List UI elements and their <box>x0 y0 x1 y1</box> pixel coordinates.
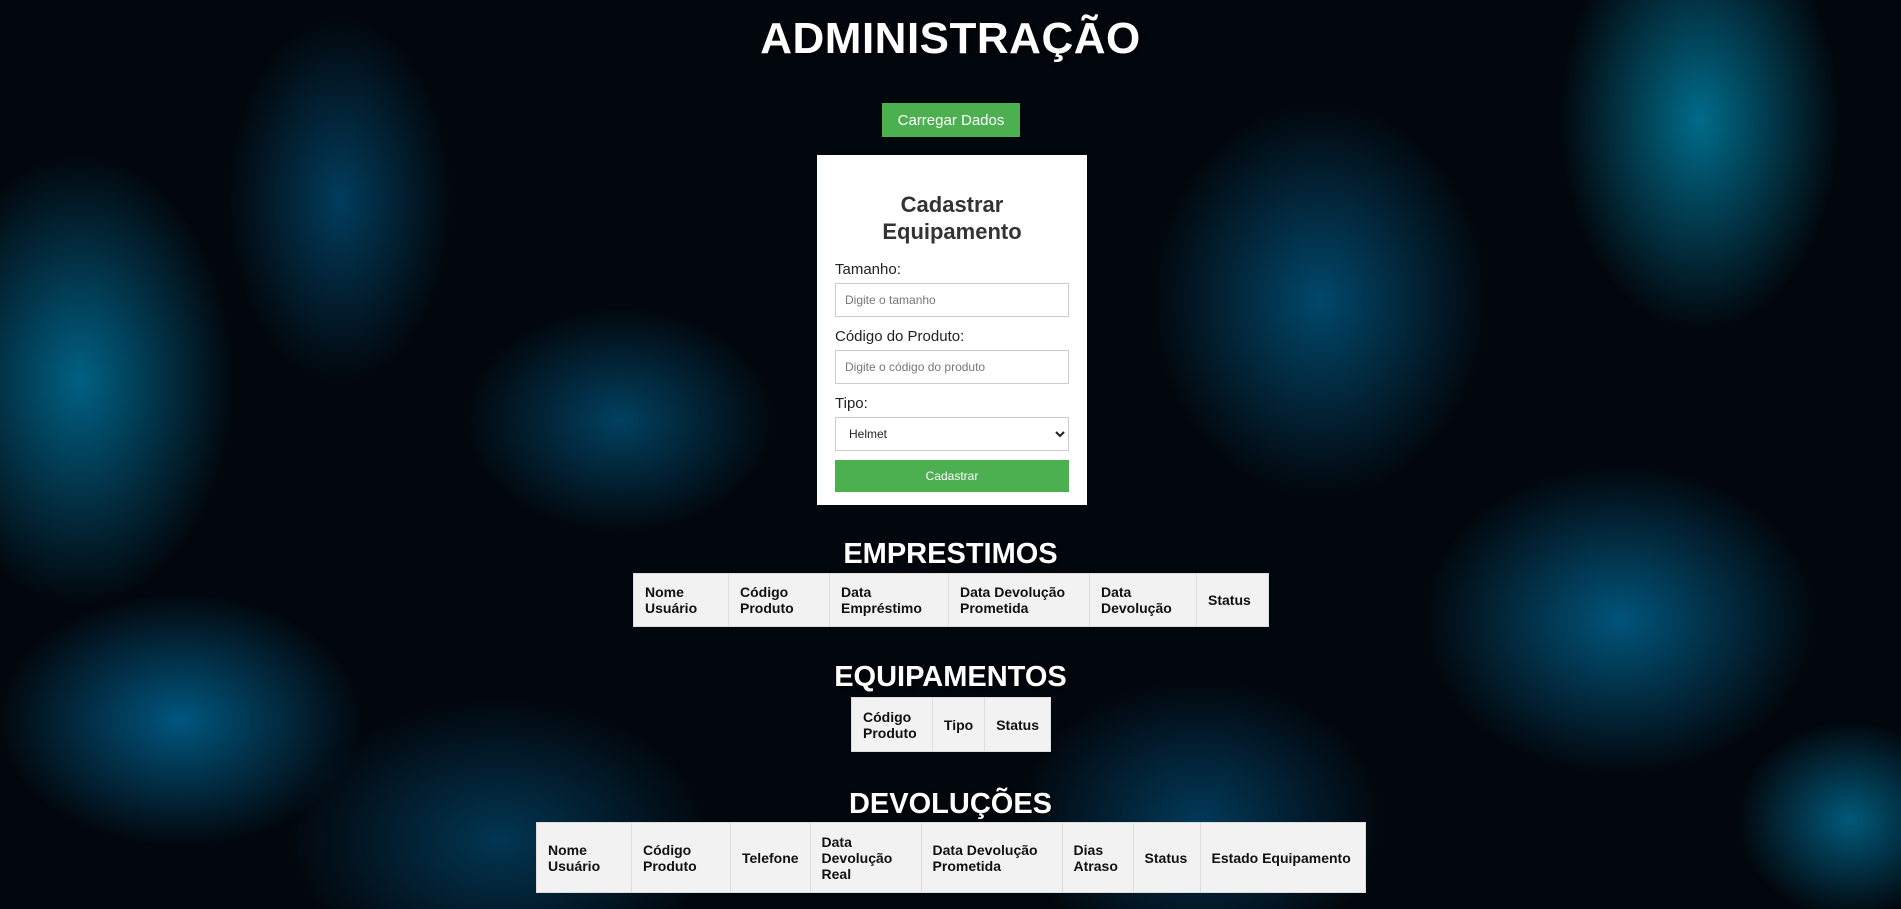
register-equipment-form: Cadastrar Equipamento Tamanho: Código do… <box>817 155 1087 505</box>
loans-title: EMPRESTIMOS <box>843 538 1058 570</box>
register-button[interactable]: Cadastrar <box>835 460 1069 492</box>
column-header[interactable]: Data Devolução Prometida <box>920 822 1063 893</box>
admin-page: ADMINISTRAÇÃO Carregar Dados Cadastrar E… <box>0 0 1901 909</box>
equipment-table: Código Produto Tipo Status <box>851 697 1051 752</box>
column-header[interactable]: Dias Atraso <box>1061 822 1134 893</box>
column-header[interactable]: Nome Usuário <box>633 573 729 627</box>
column-header[interactable]: Código Produto <box>851 697 933 752</box>
product-code-input[interactable] <box>835 350 1069 384</box>
column-header[interactable]: Código Produto <box>631 822 731 893</box>
column-header[interactable]: Status <box>984 697 1051 752</box>
column-header[interactable]: Estado Equipamento <box>1199 822 1367 893</box>
column-header[interactable]: Data Devolução Real <box>809 822 922 893</box>
column-header[interactable]: Nome Usuário <box>536 822 632 893</box>
table-header-row: Código Produto Tipo Status <box>851 697 1051 752</box>
size-input[interactable] <box>835 283 1069 317</box>
size-label: Tamanho: <box>835 261 901 278</box>
form-title: Cadastrar Equipamento <box>882 192 1022 244</box>
page-title: ADMINISTRAÇÃO <box>760 14 1141 63</box>
table-header-row: Nome Usuário Código Produto Telefone Dat… <box>536 822 1367 893</box>
column-header[interactable]: Código Produto <box>728 573 830 627</box>
load-data-button[interactable]: Carregar Dados <box>882 103 1020 137</box>
column-header[interactable]: Data Devolução Prometida <box>948 573 1090 627</box>
returns-title: DEVOLUÇÕES <box>848 788 1053 820</box>
column-header[interactable]: Telefone <box>730 822 811 893</box>
product-code-label: Código do Produto: <box>835 328 965 345</box>
column-header[interactable]: Tipo <box>931 697 986 752</box>
column-header[interactable]: Data Empréstimo <box>829 573 949 627</box>
equipment-title: EQUIPAMENTOS <box>834 661 1067 693</box>
loans-table: Nome Usuário Código Produto Data Emprést… <box>633 573 1269 627</box>
type-label: Tipo: <box>835 395 868 412</box>
column-header[interactable]: Data Devolução <box>1089 573 1197 627</box>
returns-table: Nome Usuário Código Produto Telefone Dat… <box>536 822 1367 893</box>
column-header[interactable]: Status <box>1132 822 1201 893</box>
column-header[interactable]: Status <box>1196 573 1269 627</box>
table-header-row: Nome Usuário Código Produto Data Emprést… <box>633 573 1269 627</box>
type-select[interactable]: Helmet <box>835 417 1069 451</box>
